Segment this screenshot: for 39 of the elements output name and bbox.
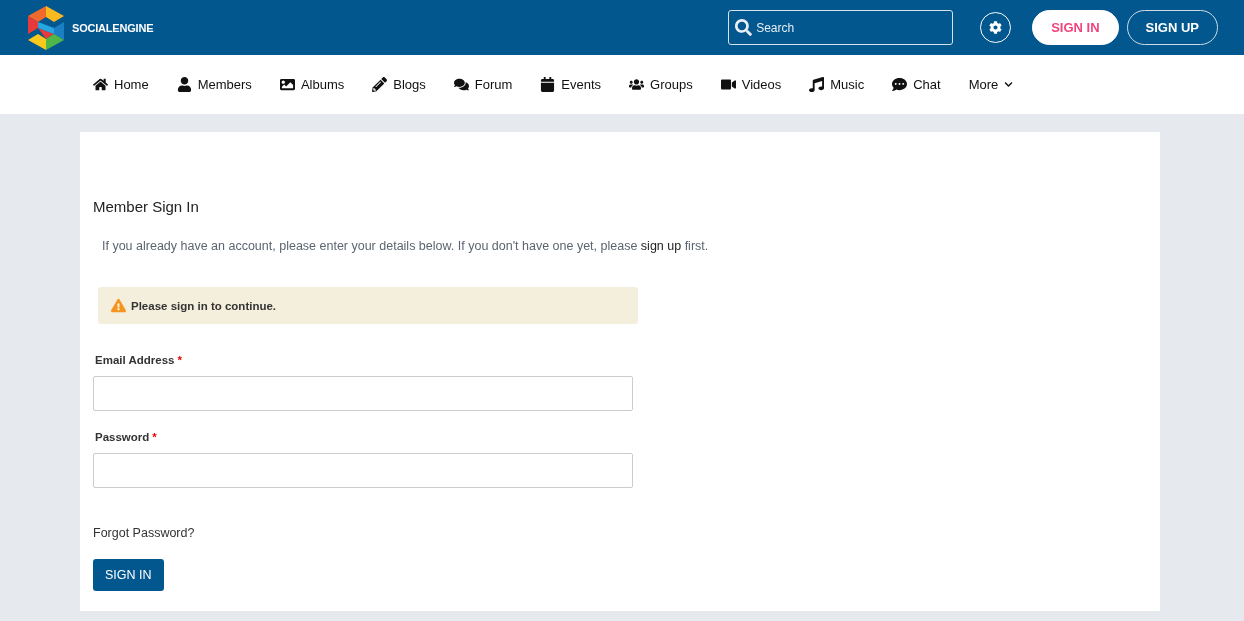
image-icon <box>279 77 295 92</box>
settings-icon <box>989 21 1003 34</box>
video-camera-icon <box>720 77 736 92</box>
pencil-icon <box>372 77 388 92</box>
brand-name: SOCIALENGINE <box>72 21 154 34</box>
logo-icon <box>26 5 66 50</box>
intro-text: If you already have an account, please enter your details below. If you don't have one yet, please sign up first. <box>102 239 710 253</box>
nav-item[interactable]: Events <box>540 77 602 92</box>
nav-item[interactable]: Groups <box>629 77 693 92</box>
sign-up-link[interactable]: sign up <box>640 239 682 253</box>
search-field[interactable]: Search <box>728 10 954 45</box>
nav-item[interactable]: Music <box>809 77 865 92</box>
nav-item[interactable]: Videos <box>720 77 782 92</box>
field-label: Email Address * <box>95 354 183 366</box>
form-title: Member Sign In <box>93 198 200 215</box>
nav-item[interactable]: Blogs <box>372 77 426 92</box>
warning-icon <box>111 298 126 313</box>
nav-item[interactable]: Albums <box>279 77 345 92</box>
notice-text: Please sign in to continue. <box>131 299 277 312</box>
user-icon <box>176 77 192 92</box>
field-label: Password * <box>95 431 158 443</box>
music-note-icon <box>809 77 825 92</box>
search-icon <box>735 19 753 36</box>
sign-in-button[interactable]: SIGN IN <box>1032 10 1119 45</box>
nav-item[interactable]: Members <box>176 77 252 92</box>
chevron-down-icon <box>1004 80 1014 89</box>
chat-bubble-icon <box>892 77 908 92</box>
nav-item[interactable]: Forum <box>453 77 513 92</box>
input-field[interactable] <box>93 376 633 411</box>
nav-item[interactable]: More <box>968 77 1014 92</box>
nav-item[interactable]: Chat <box>892 77 941 92</box>
home-icon <box>93 77 108 92</box>
forgot-password-link[interactable]: Forgot Password? <box>93 526 195 540</box>
submit-button[interactable]: SIGN IN <box>93 559 164 591</box>
input-field[interactable] <box>93 453 633 488</box>
nav-item[interactable]: Home <box>93 77 149 92</box>
calendar-icon <box>540 77 556 92</box>
users-icon <box>629 77 645 92</box>
chat-bubbles-icon <box>453 77 469 92</box>
